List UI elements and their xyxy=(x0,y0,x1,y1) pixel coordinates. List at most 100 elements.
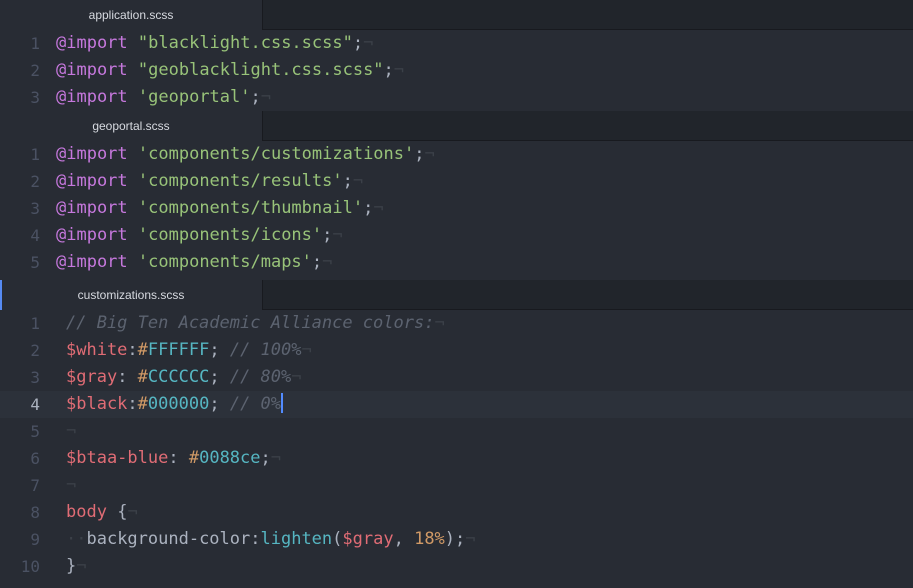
line-number: 5 xyxy=(30,422,40,441)
token-punctuation: ; xyxy=(363,198,374,218)
token-comment: // 80% xyxy=(229,367,292,387)
line-number: 6 xyxy=(30,449,40,468)
code-line[interactable]: 9 ··background-color:lighten($gray, 18%);… xyxy=(0,526,913,553)
code-text[interactable]: $black:#000000; // 0% xyxy=(66,391,284,418)
token-string: 'components/icons' xyxy=(137,225,323,245)
token-invisible-char: ¬ xyxy=(465,529,476,549)
code-text[interactable]: @import 'components/thumbnail';¬ xyxy=(56,195,384,222)
code-text[interactable]: // Big Ten Academic Alliance colors:¬ xyxy=(66,310,445,337)
editor-pane-application[interactable]: application.scss 1 @import "blacklight.cs… xyxy=(0,0,913,111)
code-text[interactable]: @import 'components/maps';¬ xyxy=(56,249,332,276)
code-editor[interactable]: 1 @import "blacklight.css.scss";¬ 2 @import… xyxy=(0,30,913,111)
code-line[interactable]: 2 @import "geoblacklight.css.scss";¬ xyxy=(0,57,913,84)
token-punctuation: : xyxy=(250,529,261,549)
token-function: lighten xyxy=(260,529,333,549)
code-line[interactable]: 1 @import "blacklight.css.scss";¬ xyxy=(0,30,913,57)
line-number: 4 xyxy=(30,226,40,245)
code-text[interactable]: @import 'components/icons';¬ xyxy=(56,222,343,249)
code-line[interactable]: 7 ¬ xyxy=(0,472,913,499)
token-keyword: @import xyxy=(56,87,128,107)
code-text[interactable]: @import 'geoportal';¬ xyxy=(56,84,271,111)
code-line[interactable]: 5 @import 'components/maps';¬ xyxy=(0,249,913,276)
editor-pane-customizations[interactable]: customizations.scss 1 // Big Ten Academic… xyxy=(0,280,913,588)
token-variable: $black xyxy=(66,394,128,414)
code-line[interactable]: 3 $gray: #CCCCCC; // 80%¬ xyxy=(0,364,913,391)
code-line[interactable]: 3 @import 'components/thumbnail';¬ xyxy=(0,195,913,222)
token-invisible-char: ¬ xyxy=(393,60,405,80)
token-hex-value: 0088ce xyxy=(199,448,261,468)
code-line[interactable]: 2 $white:#FFFFFF; // 100%¬ xyxy=(0,337,913,364)
code-text[interactable]: @import 'components/customizations';¬ xyxy=(56,141,435,168)
token-keyword: @import xyxy=(56,60,128,80)
token-string: 'components/results' xyxy=(137,171,343,191)
code-editor[interactable]: 1 // Big Ten Academic Alliance colors:¬ 2 $… xyxy=(0,310,913,580)
token-invisible-char: ¬ xyxy=(76,556,87,576)
tab-geoportal-scss[interactable]: geoportal.scss xyxy=(0,111,263,141)
line-number: 3 xyxy=(30,368,40,387)
code-editor[interactable]: 1 @import 'components/customizations';¬ 2 @… xyxy=(0,141,913,276)
token-hex-value: 000000 xyxy=(147,394,210,414)
token-string: "blacklight.css.scss" xyxy=(137,33,353,53)
token-invisible-char: ¬ xyxy=(332,225,343,245)
token-punctuation xyxy=(128,60,138,80)
line-number: 2 xyxy=(30,61,40,80)
code-line[interactable]: 3 @import 'geoportal';¬ xyxy=(0,84,913,111)
line-number: 2 xyxy=(30,172,40,191)
code-text[interactable]: }¬ xyxy=(66,553,87,580)
code-line[interactable]: 10}¬ xyxy=(0,553,913,580)
token-variable: $btaa-blue xyxy=(66,448,169,468)
token-punctuation: ; xyxy=(342,171,353,191)
code-text[interactable]: $btaa-blue: #0088ce;¬ xyxy=(66,445,281,472)
code-line[interactable]: 1 // Big Ten Academic Alliance colors:¬ xyxy=(0,310,913,337)
token-punctuation: , xyxy=(393,529,415,549)
token-punctuation: : xyxy=(117,367,138,387)
token-property: background-color xyxy=(86,529,251,549)
token-punctuation: ; xyxy=(209,367,230,387)
code-line[interactable]: 4 @import 'components/icons';¬ xyxy=(0,222,913,249)
code-text[interactable]: $white:#FFFFFF; // 100%¬ xyxy=(66,337,312,364)
token-punctuation: ; xyxy=(311,252,323,272)
token-punctuation xyxy=(128,87,138,107)
line-number: 1 xyxy=(30,314,40,333)
code-line[interactable]: 1 @import 'components/customizations';¬ xyxy=(0,141,913,168)
token-invisible-char: ·· xyxy=(66,529,87,549)
code-text[interactable]: ¬ xyxy=(66,418,76,445)
token-invisible-char: ¬ xyxy=(352,171,364,191)
token-string: 'components/customizations' xyxy=(137,144,415,164)
token-punctuation: ; xyxy=(414,144,425,164)
token-hex-value: FFFFFF xyxy=(147,340,210,360)
token-punctuation: : xyxy=(127,394,138,414)
token-keyword: @import xyxy=(56,33,128,53)
line-number: 1 xyxy=(30,34,40,53)
code-line[interactable]: 2 @import 'components/results';¬ xyxy=(0,168,913,195)
code-text[interactable]: ¬ xyxy=(66,472,76,499)
token-punctuation: : xyxy=(127,340,138,360)
code-line[interactable]: 6 $btaa-blue: #0088ce;¬ xyxy=(0,445,913,472)
token-invisible-char: ¬ xyxy=(260,87,271,107)
token-punctuation: ( xyxy=(332,529,343,549)
code-text[interactable]: body {¬ xyxy=(66,499,138,526)
token-invisible-char: ¬ xyxy=(66,475,77,495)
code-line[interactable]: 4 $black:#000000; // 0% xyxy=(0,391,913,418)
tab-application-scss[interactable]: application.scss xyxy=(0,0,263,30)
code-text[interactable]: ··background-color:lighten($gray, 18%);¬ xyxy=(66,526,476,553)
tab-customizations-scss[interactable]: customizations.scss xyxy=(0,280,263,310)
token-keyword: @import xyxy=(56,144,128,164)
token-punctuation: ; xyxy=(352,33,364,53)
line-number: 7 xyxy=(30,476,40,495)
token-invisible-char: ¬ xyxy=(322,252,333,272)
editor-pane-geoportal[interactable]: geoportal.scss 1 @import 'components/cust… xyxy=(0,111,913,279)
code-line[interactable]: 8 body {¬ xyxy=(0,499,913,526)
token-variable: $white xyxy=(66,340,128,360)
code-line[interactable]: 5 ¬ xyxy=(0,418,913,445)
line-number: 1 xyxy=(30,145,40,164)
line-number: 5 xyxy=(30,253,40,272)
code-text[interactable]: @import "geoblacklight.css.scss";¬ xyxy=(56,57,404,84)
code-text[interactable]: @import 'components/results';¬ xyxy=(56,168,363,195)
code-text[interactable]: $gray: #CCCCCC; // 80%¬ xyxy=(66,364,302,391)
code-text[interactable]: @import "blacklight.css.scss";¬ xyxy=(56,30,373,57)
token-comment: // 0% xyxy=(229,394,282,414)
token-punctuation xyxy=(128,252,138,272)
token-string: 'components/thumbnail' xyxy=(137,198,364,218)
line-number: 2 xyxy=(30,341,40,360)
